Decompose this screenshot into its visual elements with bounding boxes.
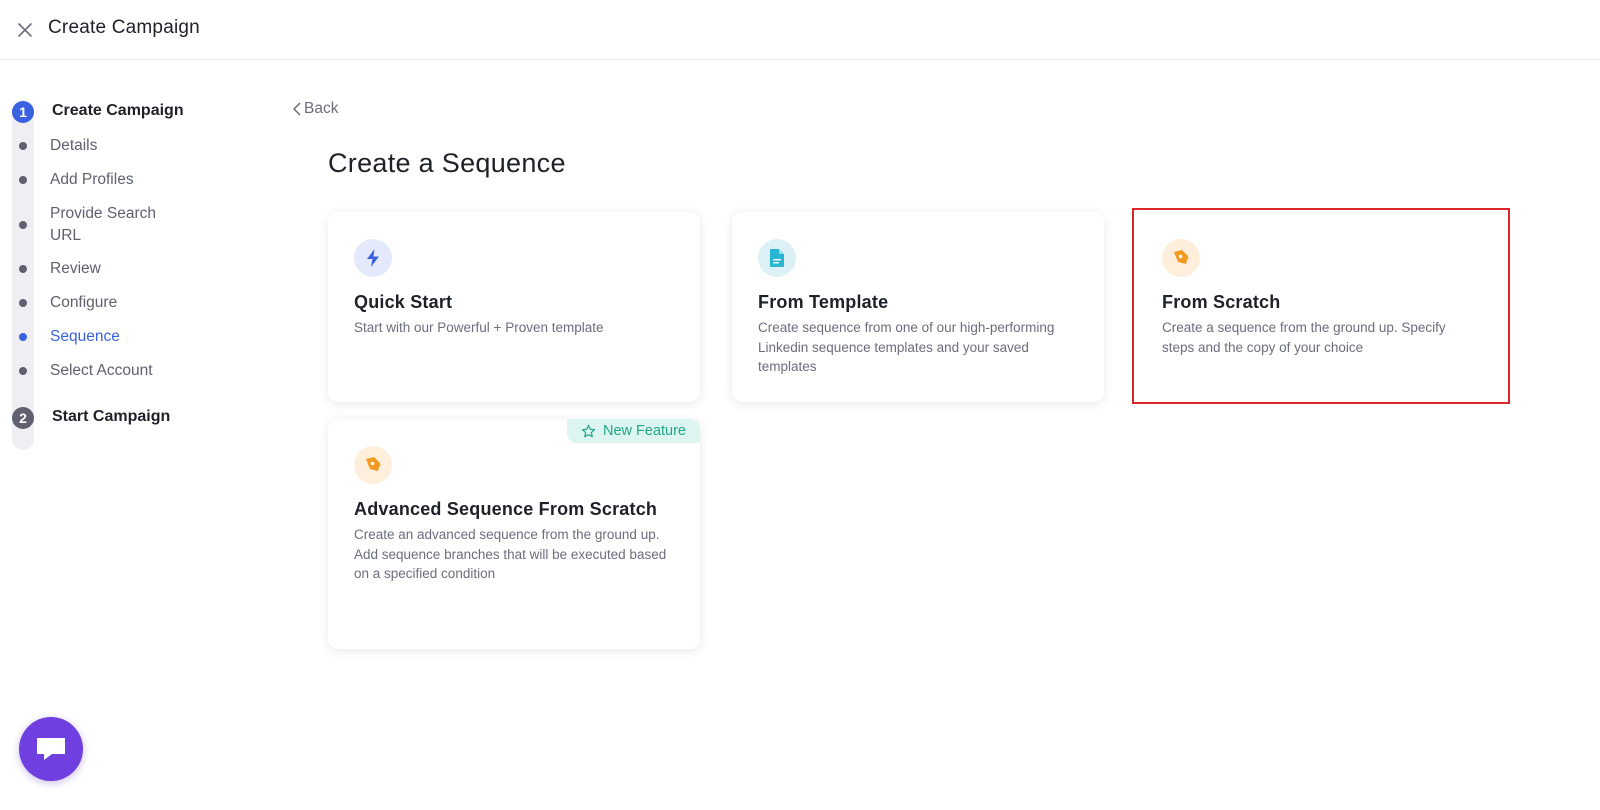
card-description: Create an advanced sequence from the gro… — [354, 525, 674, 584]
close-button[interactable] — [12, 17, 38, 43]
step-number: 2 — [12, 407, 34, 429]
back-link[interactable]: Back — [292, 100, 338, 118]
substep-label: Sequence — [50, 328, 120, 345]
substep-label: Details — [50, 137, 98, 154]
stepper-track — [12, 100, 34, 450]
substep-label: Provide Search URL — [50, 205, 156, 244]
card-description-line: Add sequence branches that will be execu… — [354, 546, 667, 582]
substep-dot — [19, 299, 27, 307]
quick-start-card[interactable]: Quick Start Start with our Powerful + Pr… — [328, 212, 700, 402]
step-create-campaign[interactable]: 1 Create Campaign — [12, 101, 184, 123]
pen-tool-icon — [354, 446, 392, 484]
substep-dot — [19, 142, 27, 150]
from-scratch-card[interactable]: From Scratch Create a sequence from the … — [1136, 212, 1506, 400]
substep-dot — [19, 176, 27, 184]
substep-dot-active — [19, 333, 27, 341]
page-title: Create a Sequence — [328, 148, 566, 178]
card-description: Start with our Powerful + Proven templat… — [354, 320, 604, 335]
step-label: Create Campaign — [52, 102, 184, 119]
card-description: Create sequence from one of our high-per… — [758, 320, 1055, 374]
substep-label: Select Account — [50, 362, 153, 379]
substep-label: Add Profiles — [50, 171, 134, 188]
substep-dot — [19, 221, 27, 229]
substep-dot — [19, 265, 27, 273]
card-description-line: Create an advanced sequence from the gro… — [354, 527, 660, 542]
step-label: Start Campaign — [52, 408, 171, 425]
top-bar: Create Campaign — [0, 0, 1600, 60]
card-description: Create a sequence from the ground up. Sp… — [1162, 320, 1446, 355]
badge-label: New Feature — [602, 423, 686, 439]
substep-label: Review — [50, 260, 101, 277]
card-title: Quick Start — [354, 292, 453, 312]
lightning-icon — [354, 239, 392, 277]
page-header-title: Create Campaign — [48, 17, 200, 38]
chat-button[interactable] — [19, 717, 83, 781]
document-icon — [758, 239, 796, 277]
close-icon — [18, 23, 32, 37]
back-label: Back — [304, 100, 339, 117]
from-template-card[interactable]: From Template Create sequence from one o… — [732, 212, 1104, 402]
chat-bubble-icon — [37, 738, 65, 760]
substep-dot — [19, 367, 27, 375]
new-feature-badge: New Feature — [566, 419, 700, 443]
card-title: Advanced Sequence From Scratch — [354, 499, 658, 519]
card-title: From Scratch — [1162, 292, 1281, 312]
star-icon — [581, 424, 596, 437]
step-start-campaign[interactable]: 2 Start Campaign — [12, 407, 170, 429]
substep-label: Configure — [50, 294, 118, 311]
advanced-sequence-card[interactable]: New Feature Advanced Sequence From Scrat… — [328, 419, 700, 649]
step-number: 1 — [12, 101, 34, 123]
card-title: From Template — [758, 292, 889, 312]
pen-tool-icon — [1162, 239, 1200, 277]
chevron-left-icon — [292, 102, 301, 116]
